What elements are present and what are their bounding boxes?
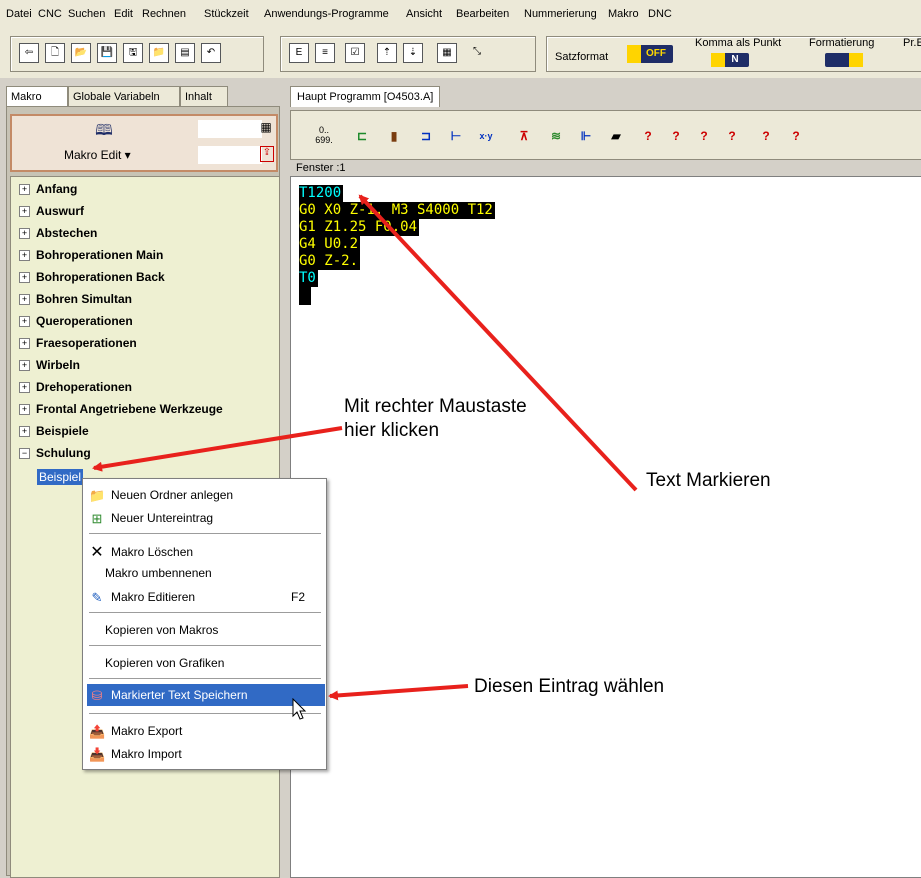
arrow-to-beispiel — [92, 426, 343, 472]
arrow-to-code — [358, 194, 638, 492]
annotation-arrows — [92, 194, 638, 701]
arrow-to-menu-item — [328, 684, 469, 701]
